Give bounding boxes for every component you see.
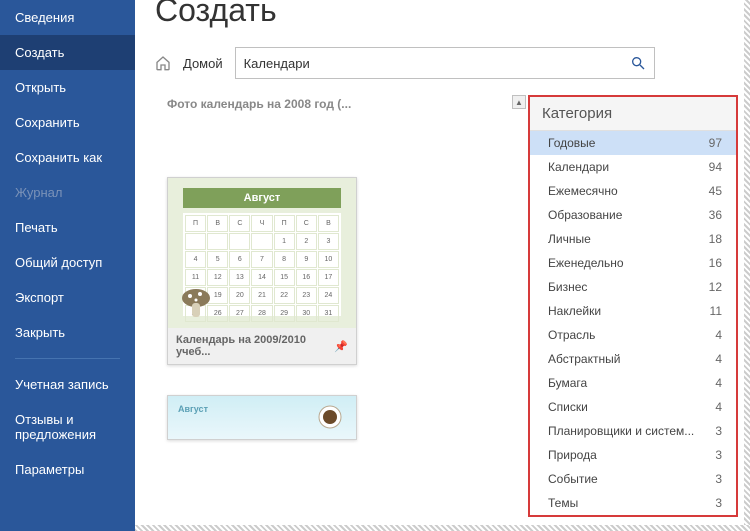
breadcrumb-home[interactable]: Домой (183, 56, 223, 71)
category-count: 12 (709, 280, 722, 294)
category-count: 3 (715, 424, 722, 438)
category-name: Ежемесячно (548, 184, 618, 198)
scroll-up-icon[interactable]: ▲ (512, 95, 526, 109)
category-item[interactable]: Бизнес 12 (530, 275, 736, 299)
category-name: Бумага (548, 376, 587, 390)
template-2-month: Август (178, 404, 208, 414)
category-item[interactable]: Календари 94 (530, 155, 736, 179)
template-preview: Август ПВСЧПСВ 123 45678910 111213141516… (168, 178, 356, 328)
page-title: Создать (155, 0, 750, 29)
category-item[interactable]: Событие 3 (530, 467, 736, 491)
search-input[interactable] (244, 56, 630, 71)
category-header: Категория (530, 97, 736, 131)
sidebar-item-Создать[interactable]: Создать (0, 35, 135, 70)
sidebar-item-Журнал[interactable]: Журнал (0, 175, 135, 210)
sidebar-item-Экспорт[interactable]: Экспорт (0, 280, 135, 315)
sidebar-footer-Учетная запись[interactable]: Учетная запись (0, 367, 135, 402)
category-name: Еженедельно (548, 256, 624, 270)
pin-icon[interactable]: 📌 (334, 340, 348, 353)
category-name: Абстрактный (548, 352, 620, 366)
category-item[interactable]: Темы 3 (530, 491, 736, 515)
category-name: Бизнес (548, 280, 587, 294)
home-icon[interactable] (155, 55, 171, 71)
template-label: Календарь на 2009/2010 учеб... 📌 (168, 328, 356, 364)
category-item[interactable]: Наклейки 11 (530, 299, 736, 323)
sidebar-item-Открыть[interactable]: Открыть (0, 70, 135, 105)
category-count: 4 (715, 376, 722, 390)
category-count: 18 (709, 232, 722, 246)
mushroom-icon (176, 283, 216, 323)
category-count: 36 (709, 208, 722, 222)
breadcrumb-row: Домой (155, 47, 750, 79)
category-name: Списки (548, 400, 588, 414)
category-name: Событие (548, 472, 598, 486)
category-item[interactable]: Годовые 97 (530, 131, 736, 155)
sidebar-item-Сохранить[interactable]: Сохранить (0, 105, 135, 140)
category-count: 16 (709, 256, 722, 270)
sidebar-item-Сохранить как[interactable]: Сохранить как (0, 140, 135, 175)
template-card-2[interactable]: Август (167, 395, 357, 440)
sidebar-divider (15, 358, 120, 359)
category-name: Наклейки (548, 304, 601, 318)
search-box[interactable] (235, 47, 655, 79)
category-item[interactable]: Личные 18 (530, 227, 736, 251)
category-list: Годовые 97 Календари 94 Ежемесячно 45 Образова… (530, 131, 736, 515)
category-name: Календари (548, 160, 609, 174)
category-count: 3 (715, 496, 722, 510)
category-name: Личные (548, 232, 591, 246)
main-area: Создать Домой Фото календарь на 2008 год… (135, 0, 750, 531)
category-name: Планировщики и систем... (548, 424, 694, 438)
category-count: 4 (715, 400, 722, 414)
category-item[interactable]: Отрасль 4 (530, 323, 736, 347)
calendar-month-header: Август (183, 188, 341, 208)
sidebar-item-Общий доступ[interactable]: Общий доступ (0, 245, 135, 280)
category-count: 3 (715, 448, 722, 462)
category-item[interactable]: Еженедельно 16 (530, 251, 736, 275)
category-item[interactable]: Списки 4 (530, 395, 736, 419)
sidebar: СведенияСоздатьОткрытьСохранитьСохранить… (0, 0, 135, 531)
category-name: Темы (548, 496, 578, 510)
category-count: 94 (709, 160, 722, 174)
template-label-text: Календарь на 2009/2010 учеб... (176, 334, 334, 358)
category-item[interactable]: Бумага 4 (530, 371, 736, 395)
template-caption-1: Фото календарь на 2008 год (... (167, 97, 375, 111)
category-panel: Категория Годовые 97 Календари 94 Ежемесячно… (528, 95, 738, 517)
category-item[interactable]: Планировщики и систем... 3 (530, 419, 736, 443)
category-name: Природа (548, 448, 597, 462)
category-item[interactable]: Природа 3 (530, 443, 736, 467)
search-icon[interactable] (630, 55, 646, 71)
category-item[interactable]: Образование 36 (530, 203, 736, 227)
template-card-1[interactable]: Август ПВСЧПСВ 123 45678910 111213141516… (167, 177, 357, 365)
category-count: 97 (709, 136, 722, 150)
sidebar-item-Закрыть[interactable]: Закрыть (0, 315, 135, 350)
category-count: 4 (715, 352, 722, 366)
category-count: 3 (715, 472, 722, 486)
coffee-icon (316, 402, 346, 432)
category-item[interactable]: Абстрактный 4 (530, 347, 736, 371)
category-count: 11 (710, 304, 722, 318)
category-count: 4 (715, 328, 722, 342)
sidebar-footer-Параметры[interactable]: Параметры (0, 452, 135, 487)
category-name: Отрасль (548, 328, 595, 342)
category-name: Образование (548, 208, 622, 222)
sidebar-item-Сведения[interactable]: Сведения (0, 0, 135, 35)
sidebar-footer-Отзывы и предложения[interactable]: Отзывы и предложения (0, 402, 135, 452)
torn-edge-bottom (135, 525, 750, 531)
sidebar-item-Печать[interactable]: Печать (0, 210, 135, 245)
category-name: Годовые (548, 136, 595, 150)
templates-column: Фото календарь на 2008 год (... Август П… (155, 97, 375, 440)
category-count: 45 (709, 184, 722, 198)
torn-edge-right (744, 0, 750, 531)
category-item[interactable]: Ежемесячно 45 (530, 179, 736, 203)
